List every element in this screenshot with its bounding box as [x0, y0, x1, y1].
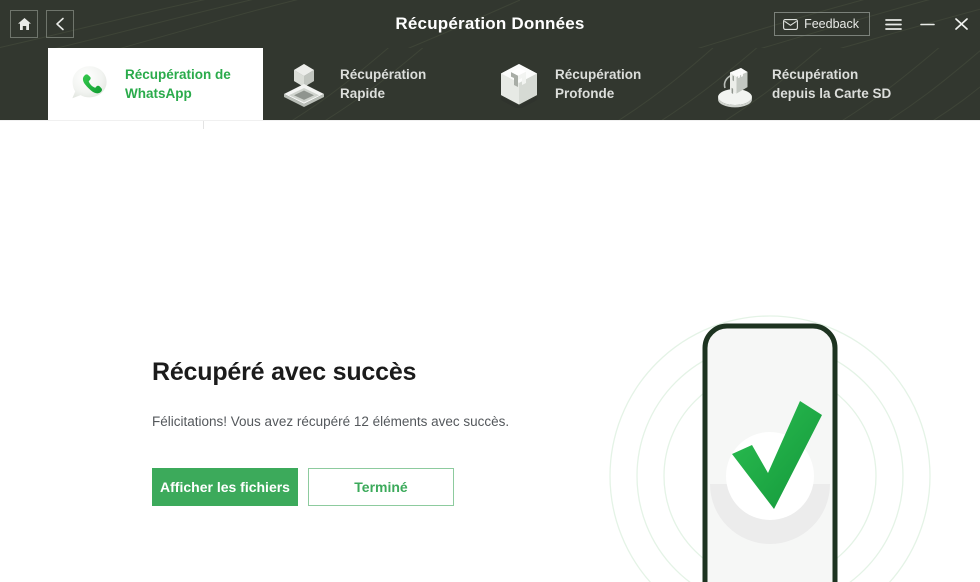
close-button[interactable] [950, 13, 972, 35]
quick-scan-cube-icon [284, 64, 324, 107]
tab-label: Récupération depuis la Carte SD [772, 66, 892, 101]
tab-indicator-tick [203, 121, 204, 129]
success-headline: Récupéré avec succès [152, 358, 417, 386]
deep-scan-cube-icon [501, 64, 537, 108]
success-subtext: Félicitations! Vous avez récupéré 12 élé… [152, 414, 510, 429]
title-bar: Récupération Données Feedback [0, 0, 980, 48]
success-message-block: Récupéré avec succès Félicitations! Vous… [152, 358, 572, 506]
whatsapp-icon [72, 66, 107, 99]
feedback-label: Feedback [804, 17, 859, 31]
tab-deep-recovery[interactable]: Récupération Profonde [478, 48, 693, 120]
home-icon [17, 18, 31, 30]
minimize-icon [919, 23, 935, 25]
hamburger-menu-icon [884, 18, 902, 30]
close-icon [954, 18, 968, 30]
envelope-icon [783, 18, 799, 30]
success-illustration [609, 315, 931, 582]
home-button[interactable] [10, 10, 38, 38]
content-divider [0, 120, 980, 121]
sd-card-icon [718, 68, 752, 108]
main-content: Récupéré avec succès Félicitations! Vous… [0, 120, 980, 582]
view-files-button[interactable]: Afficher les fichiers [152, 467, 298, 506]
tab-fast-recovery[interactable]: Récupération Rapide [263, 48, 478, 120]
tab-label: Récupération Rapide [340, 66, 427, 101]
action-buttons: Afficher les fichiers Terminé [152, 467, 572, 506]
menu-button[interactable] [882, 13, 904, 35]
chevron-left-icon [56, 17, 64, 31]
navigation-tabs: Récupération de WhatsApp Récupération Ra… [0, 48, 980, 120]
tab-label: Récupération de WhatsApp [125, 66, 231, 101]
tab-sdcard-recovery[interactable]: Récupération depuis la Carte SD [693, 48, 933, 120]
feedback-button[interactable]: Feedback [774, 12, 870, 36]
tab-label: Récupération Profonde [555, 66, 642, 101]
back-button[interactable] [46, 10, 74, 38]
tab-whatsapp-recovery[interactable]: Récupération de WhatsApp [48, 48, 263, 120]
application-window: Récupération Données Feedback Récupérati… [0, 0, 980, 582]
done-button[interactable]: Terminé [308, 467, 454, 506]
minimize-button[interactable] [916, 13, 938, 35]
